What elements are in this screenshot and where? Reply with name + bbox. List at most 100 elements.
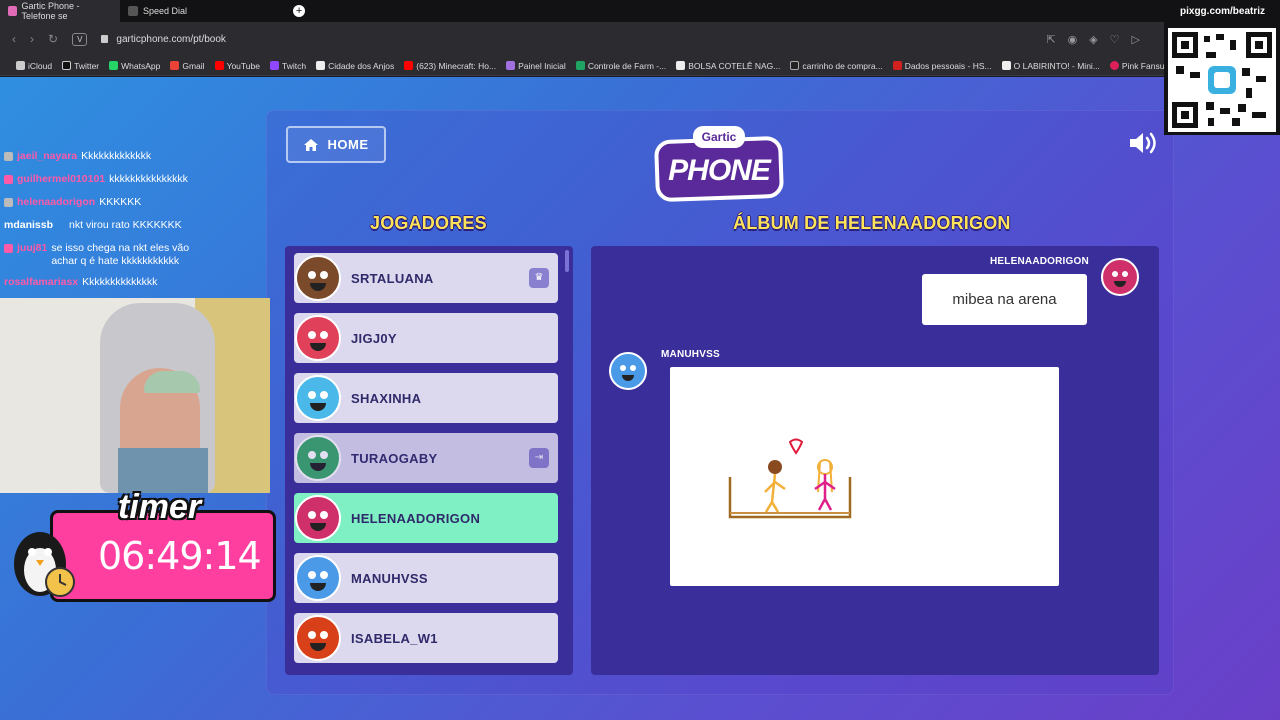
- player-name: SHAXINHA: [351, 390, 422, 406]
- bookmark-youtube[interactable]: YouTube: [214, 61, 260, 71]
- chat-badge-icon: [4, 152, 13, 161]
- chat-username: rosalfamariasx: [4, 276, 79, 288]
- player-row-isabela-w1[interactable]: ISABELA_W1: [294, 613, 558, 663]
- chat-message: juuj81 se isso chega na nkt eles vão ach…: [0, 242, 270, 276]
- chat-message: rosalfamariasx Kkkkkkkkkkkkkk: [0, 276, 270, 299]
- bookmark-controle[interactable]: Controle de Farm -...: [575, 61, 666, 71]
- logo-top-text: Gartic: [693, 126, 745, 148]
- chat-text: se isso chega na nkt eles vão achar q é …: [51, 242, 190, 267]
- play-icon[interactable]: ▷: [1132, 33, 1140, 46]
- timer-value: 06:49:14: [98, 534, 262, 578]
- url-field[interactable]: garticphone.com/pt/book: [101, 34, 226, 45]
- album-phrase-bubble: mibea na arena: [922, 274, 1087, 325]
- player-row-shaxinha[interactable]: SHAXINHA: [294, 373, 558, 423]
- players-heading: JOGADORES: [370, 213, 487, 233]
- player-row-helenaadorigon[interactable]: HELENAADORIGON: [294, 493, 558, 543]
- home-button[interactable]: HOME: [286, 126, 386, 163]
- chat-text: KKKKKK: [99, 196, 142, 208]
- back-arrow-icon[interactable]: ‹: [12, 32, 16, 46]
- penguin-clock-icon: [14, 532, 75, 597]
- share-icon[interactable]: ⇱: [1046, 33, 1055, 46]
- timer-label: timer: [118, 488, 202, 526]
- player-avatar: [295, 315, 341, 361]
- bookmarks-bar: iCloud Twitter WhatsApp Gmail YouTube Tw…: [0, 56, 1280, 76]
- drawing-canvas: [728, 438, 852, 519]
- webcam-feed: [0, 298, 270, 493]
- bookmark-pink-fansub[interactable]: Pink Fansub: [1109, 61, 1169, 71]
- camera-icon[interactable]: ◉: [1068, 33, 1078, 46]
- player-name: JIGJ0Y: [351, 330, 397, 346]
- shield-icon[interactable]: ◈: [1089, 33, 1097, 46]
- player-name: TURAOGABY: [351, 450, 438, 466]
- bookmark-icloud[interactable]: iCloud: [16, 61, 52, 71]
- chat-username: juuj81: [17, 242, 48, 254]
- url-text: garticphone.com/pt/book: [116, 33, 226, 45]
- qr-title: pixgg.com/beatriz: [1180, 6, 1266, 17]
- player-name: SRTALUANA: [351, 270, 434, 286]
- bookmark-minecraft[interactable]: (623) Minecraft: Ho...: [404, 61, 496, 71]
- album-author-name: HELENAADORIGON: [990, 256, 1089, 267]
- gartic-phone-logo: Gartic PHONE: [653, 124, 785, 203]
- chat-text: Kkkkkkkkkkkkkk: [82, 276, 158, 288]
- player-avatar: [295, 255, 341, 301]
- player-avatar: [295, 615, 341, 661]
- bookmark-twitch[interactable]: Twitch: [269, 61, 306, 71]
- chat-username: jaeil_nayara: [17, 150, 78, 162]
- browser-tab-bar: Gartic Phone - Telefone se Speed Dial +: [0, 0, 1280, 22]
- forward-arrow-icon[interactable]: ›: [30, 32, 34, 46]
- logo-bottom-text: PHONE: [668, 154, 771, 187]
- chat-message: jaeil_nayara Kkkkkkkkkkkkk: [0, 150, 270, 173]
- home-button-label: HOME: [327, 137, 369, 152]
- chat-text: nkt virou rato KKKKKKK: [69, 219, 182, 231]
- tab-speed-dial[interactable]: Speed Dial: [120, 0, 195, 22]
- heart-icon[interactable]: ♡: [1110, 33, 1120, 46]
- bookmark-gmail[interactable]: Gmail: [170, 61, 205, 71]
- chat-text: Kkkkkkkkkkkkk: [81, 150, 152, 162]
- bookmark-cidade[interactable]: Cidade dos Anjos: [316, 61, 394, 71]
- tab-label: Gartic Phone - Telefone se: [21, 1, 80, 21]
- album-drawing: [670, 367, 1059, 586]
- speed-dial-favicon-icon: [128, 6, 138, 16]
- player-row-jigj0y[interactable]: JIGJ0Y: [294, 313, 558, 363]
- bookmark-twitter[interactable]: Twitter: [62, 61, 99, 71]
- chat-message: helenaadorigon KKKKKK: [0, 196, 270, 219]
- chat-text: kkkkkkkkkkkkkkk: [109, 173, 188, 185]
- chat-badge-icon: [4, 198, 13, 207]
- sound-on-icon[interactable]: [1128, 130, 1160, 156]
- v-extension-button[interactable]: V: [72, 32, 88, 46]
- new-tab-plus-icon[interactable]: +: [293, 5, 306, 17]
- chat-badge-icon: [4, 175, 13, 184]
- home-icon: [303, 138, 318, 151]
- bookmark-carrinho[interactable]: carrinho de compra...: [790, 61, 883, 71]
- bookmark-painel[interactable]: Painel Inicial: [506, 61, 566, 71]
- qr-code-icon: [1168, 28, 1276, 132]
- tab-label: Speed Dial: [143, 6, 188, 16]
- bookmark-whatsapp[interactable]: WhatsApp: [109, 61, 160, 71]
- bookmark-bolsa[interactable]: BOLSA COTELÊ NAG...: [676, 61, 780, 71]
- player-row-manuhvss[interactable]: MANUHVSS: [294, 553, 558, 603]
- player-avatar: [295, 375, 341, 421]
- reload-icon[interactable]: ↻: [48, 32, 58, 46]
- album-heading: ÁLBUM DE HELENAADORIGON: [733, 213, 1011, 233]
- gartic-favicon-icon: [8, 6, 17, 16]
- tab-gartic-phone[interactable]: Gartic Phone - Telefone se: [0, 0, 120, 22]
- player-row-turaogaby[interactable]: TURAOGABY ⇥: [294, 433, 558, 483]
- players-scrollbar[interactable]: [565, 250, 569, 272]
- players-list[interactable]: SRTALUANA ♛ JIGJ0Y SHAXINHA TURAOGABY ⇥ …: [285, 246, 573, 675]
- player-row-srtaluana[interactable]: SRTALUANA ♛: [294, 253, 558, 303]
- bookmark-labirinto[interactable]: O LABIRINTO! - Mini...: [1001, 61, 1100, 71]
- chat-badge-icon: [4, 244, 13, 253]
- bookmark-dados[interactable]: Dados pessoais - HS...: [892, 61, 992, 71]
- stream-chat: jaeil_nayara Kkkkkkkkkkkkk guilhermel010…: [0, 150, 270, 299]
- player-name: HELENAADORIGON: [351, 510, 481, 526]
- album-drawer-avatar: [609, 352, 647, 390]
- player-avatar: [295, 555, 341, 601]
- album-drawer-name: MANUHVSS: [661, 349, 720, 360]
- address-actions: ⇱ ◉ ◈ ♡ ▷: [1046, 33, 1140, 46]
- address-bar: ‹ › ↻ V garticphone.com/pt/book ⇱ ◉ ◈ ♡ …: [0, 22, 1280, 56]
- player-avatar: [295, 435, 341, 481]
- player-name: MANUHVSS: [351, 570, 428, 586]
- chat-username: mdanissb: [4, 219, 54, 231]
- lock-icon: [101, 35, 109, 43]
- chat-username: helenaadorigon: [17, 196, 96, 208]
